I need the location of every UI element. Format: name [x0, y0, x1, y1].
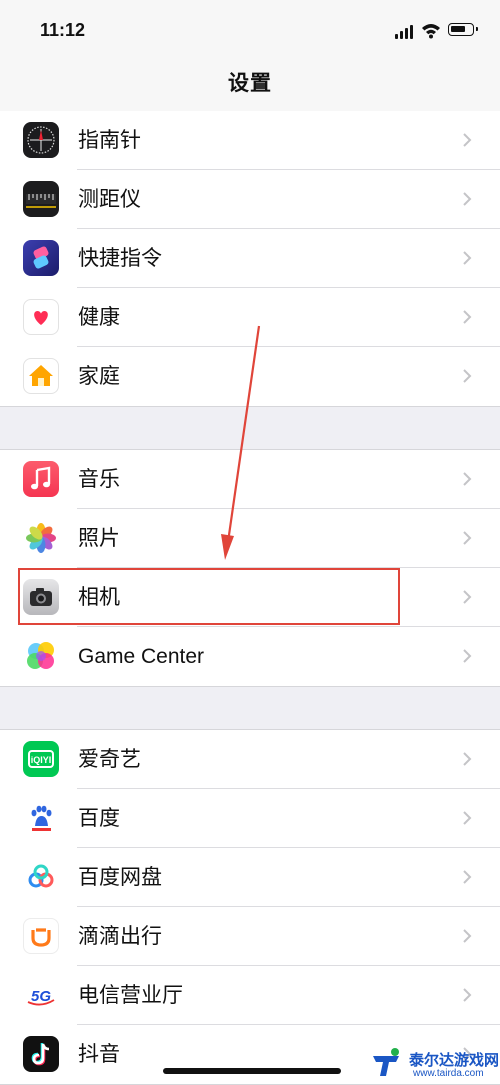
settings-row-game-center[interactable]: Game Center — [0, 627, 500, 686]
baidu-paw-icon — [23, 800, 59, 836]
settings-row-label: 家庭 — [78, 365, 120, 388]
settings-row-measure[interactable]: 测距仪 — [0, 170, 500, 229]
watermark-url: www.tairda.com — [413, 1068, 484, 1079]
wifi-icon — [422, 24, 440, 39]
chevron-right-icon — [463, 133, 472, 147]
page-title: 设置 — [228, 72, 272, 95]
settings-row-label: 照片 — [78, 527, 120, 550]
chevron-right-icon — [463, 369, 472, 383]
group-spacer — [0, 687, 500, 729]
cellular-signal-icon — [395, 25, 417, 39]
status-time: 11:12 — [40, 20, 86, 40]
douyin-icon — [23, 1036, 59, 1072]
chevron-right-icon — [463, 811, 472, 825]
chevron-right-icon — [463, 929, 472, 943]
baidu-netdisk-icon — [23, 859, 59, 895]
watermark-logo-icon — [373, 1048, 399, 1076]
telecom-5g-icon: 5G — [23, 977, 59, 1013]
settings-row-shortcuts[interactable]: 快捷指令 — [0, 229, 500, 288]
settings-row-label: 快捷指令 — [78, 247, 162, 270]
settings-row-label: 电信营业厅 — [78, 984, 183, 1007]
chevron-right-icon — [463, 752, 472, 766]
annotation-arrow — [221, 325, 261, 560]
battery-icon — [448, 23, 478, 36]
chevron-right-icon — [463, 531, 472, 545]
measure-icon — [23, 181, 59, 217]
site-watermark: 泰尔达游戏网 www.tairda.com — [365, 1046, 500, 1083]
watermark-title: 泰尔达游戏网 — [409, 1052, 500, 1069]
iqiyi-icon: iQIYI — [23, 741, 59, 777]
shortcuts-icon — [23, 240, 59, 276]
settings-group-3: iQIYI 爱奇艺 百度 百度网盘 滴滴出行 5G 电信营业厅 抖音 — [0, 729, 500, 1085]
settings-row-baidu-netdisk[interactable]: 百度网盘 — [0, 848, 500, 907]
home-house-icon — [23, 358, 59, 394]
settings-row-telecom[interactable]: 5G 电信营业厅 — [0, 966, 500, 1025]
svg-text:iQIYI: iQIYI — [31, 755, 52, 765]
settings-row-label: 测距仪 — [78, 188, 141, 211]
chevron-right-icon — [463, 988, 472, 1002]
settings-row-label: 指南针 — [78, 129, 141, 152]
settings-row-iqiyi[interactable]: iQIYI 爱奇艺 — [0, 730, 500, 789]
settings-row-label: Game Center — [78, 645, 205, 668]
chevron-right-icon — [463, 472, 472, 486]
settings-row-label: 百度 — [78, 807, 120, 830]
home-indicator[interactable] — [163, 1068, 341, 1074]
music-note-icon — [23, 461, 59, 497]
settings-row-didi[interactable]: 滴滴出行 — [0, 907, 500, 966]
settings-row-baidu[interactable]: 百度 — [0, 789, 500, 848]
chevron-right-icon — [463, 590, 472, 604]
chevron-right-icon — [463, 310, 472, 324]
camera-highlight-box — [18, 568, 400, 625]
health-heart-icon — [23, 299, 59, 335]
chevron-right-icon — [463, 870, 472, 884]
settings-row-label: 抖音 — [78, 1043, 120, 1066]
settings-row-label: 音乐 — [78, 468, 120, 491]
settings-row-label: 滴滴出行 — [78, 925, 162, 948]
compass-icon — [23, 122, 59, 158]
settings-row-compass[interactable]: 指南针 — [0, 111, 500, 170]
photos-flower-icon — [23, 520, 59, 556]
chevron-right-icon — [463, 251, 472, 265]
chevron-right-icon — [463, 192, 472, 206]
didi-icon — [23, 918, 59, 954]
chevron-right-icon — [463, 649, 472, 663]
settings-row-label: 爱奇艺 — [78, 748, 141, 771]
settings-row-label: 健康 — [78, 306, 120, 329]
nav-bar: 设置 — [0, 62, 500, 112]
settings-row-label: 百度网盘 — [78, 866, 162, 889]
status-bar: 11:12 — [0, 0, 500, 62]
game-center-icon — [23, 638, 59, 674]
